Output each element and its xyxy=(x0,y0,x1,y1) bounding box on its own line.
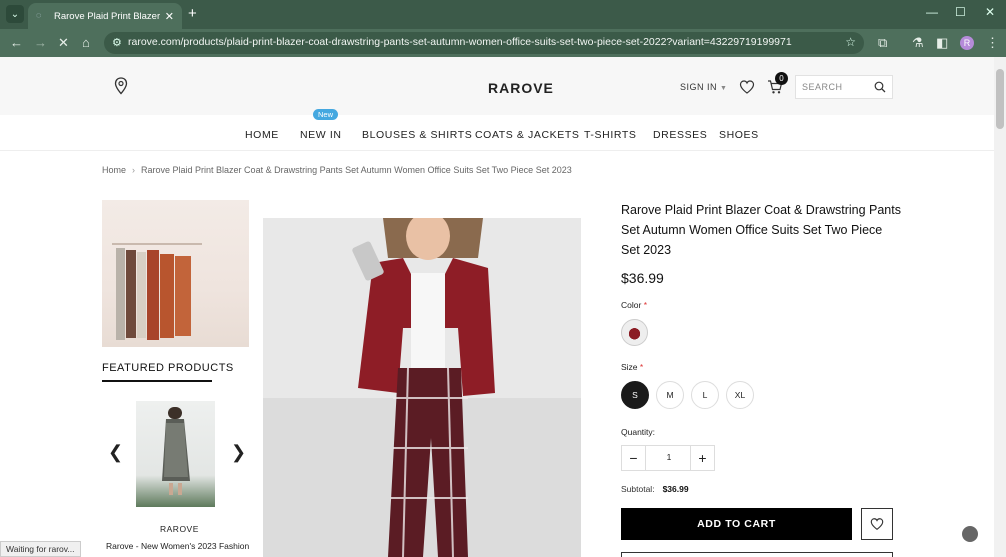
size-option-s[interactable]: S xyxy=(621,381,649,409)
home-icon[interactable]: ⌂ xyxy=(82,35,90,50)
color-swatch[interactable] xyxy=(621,319,648,346)
size-option-l[interactable]: L xyxy=(691,381,719,409)
buy-now-button[interactable] xyxy=(621,552,893,557)
nav-shoes[interactable]: SHOES xyxy=(719,129,759,141)
site-logo[interactable]: RAROVE xyxy=(488,80,554,96)
sign-in-label: SIGN IN xyxy=(680,82,718,92)
minimize-icon[interactable]: — xyxy=(926,5,938,19)
browser-tab-bar: ⌄ ◌ Rarove Plaid Print Blazer Coat ✕ + —… xyxy=(0,0,1006,29)
main-nav: HOME NEW IN BLOUSES & SHIRTS COATS & JAC… xyxy=(0,115,994,151)
featured-product-brand: RAROVE xyxy=(160,524,199,534)
search-input[interactable] xyxy=(802,80,872,94)
add-to-wishlist-button[interactable] xyxy=(861,508,893,540)
search-icon[interactable] xyxy=(874,81,886,93)
browser-tab[interactable]: ◌ Rarove Plaid Print Blazer Coat ✕ xyxy=(28,3,182,29)
featured-product-name[interactable]: Rarove - New Women's 2023 Fashion xyxy=(106,541,249,551)
maximize-icon[interactable]: ☐ xyxy=(955,5,966,19)
size-label: Size * xyxy=(621,362,643,372)
labs-icon[interactable]: ⚗ xyxy=(912,35,924,51)
sidebar-icon[interactable]: ◧ xyxy=(936,35,948,51)
back-icon[interactable]: ← xyxy=(10,35,23,50)
product-main-image[interactable] xyxy=(263,218,581,557)
search-box xyxy=(795,75,893,99)
subtotal: Subtotal: $36.99 xyxy=(621,484,689,494)
required-mark: * xyxy=(639,362,644,372)
subtotal-value: $36.99 xyxy=(662,484,689,494)
browser-toolbar: ← → ✕ ⌂ ⚙ rarove.com/products/plaid-prin… xyxy=(0,29,1006,57)
scrollbar-thumb[interactable] xyxy=(996,69,1004,129)
location-pin-icon[interactable] xyxy=(114,77,128,95)
window-close-icon[interactable]: ✕ xyxy=(985,5,995,19)
featured-title-underline xyxy=(102,380,212,382)
tab-title: Rarove Plaid Print Blazer Coat xyxy=(54,10,161,22)
model-wearing-suit-illustration xyxy=(263,218,581,557)
wishlist-heart-icon[interactable] xyxy=(739,79,755,95)
color-label: Color * xyxy=(621,300,647,310)
add-to-cart-button[interactable]: ADD TO CART xyxy=(621,508,852,540)
new-badge: New xyxy=(313,109,339,120)
product-title: Rarove Plaid Print Blazer Coat & Drawstr… xyxy=(621,203,901,257)
featured-product-image[interactable] xyxy=(136,401,215,507)
nav-blouses-shirts[interactable]: BLOUSES & SHIRTS xyxy=(362,129,472,141)
forward-icon[interactable]: → xyxy=(34,35,47,50)
minus-icon[interactable]: − xyxy=(622,446,646,470)
featured-products-title: FEATURED PRODUCTS xyxy=(102,362,234,374)
site-info-icon[interactable]: ⚙ xyxy=(112,36,122,49)
nav-new-in[interactable]: NEW IN xyxy=(300,129,342,141)
tab-search-icon[interactable]: ⌄ xyxy=(6,5,24,23)
loading-favicon-icon: ◌ xyxy=(36,10,42,20)
required-mark: * xyxy=(643,300,647,310)
size-label-text: Size xyxy=(621,362,638,372)
status-bar: Waiting for rarov... xyxy=(0,541,81,557)
size-option-xl[interactable]: XL xyxy=(726,381,754,409)
url-text[interactable]: rarove.com/products/plaid-print-blazer-c… xyxy=(128,36,792,48)
plus-icon[interactable]: + xyxy=(690,446,714,470)
carousel-next-icon[interactable]: ❯ xyxy=(231,442,246,463)
size-option-m[interactable]: M xyxy=(656,381,684,409)
quantity-value[interactable]: 1 xyxy=(646,452,692,462)
nav-t-shirts[interactable]: T-SHIRTS xyxy=(584,129,636,141)
site-header: RAROVE SIGN IN ▼ 0 xyxy=(0,57,994,115)
quantity-stepper: − 1 + xyxy=(621,445,715,471)
clothing-rack-illustration xyxy=(112,243,202,340)
bookmark-star-icon[interactable]: ☆ xyxy=(845,35,856,49)
chevron-down-icon: ▼ xyxy=(720,85,728,92)
page-scrollbar[interactable] xyxy=(994,57,1006,557)
dress-illustration xyxy=(162,407,190,495)
sign-in-link[interactable]: SIGN IN ▼ xyxy=(680,82,727,92)
nav-dresses[interactable]: DRESSES xyxy=(653,129,707,141)
carousel-prev-icon[interactable]: ❮ xyxy=(108,442,123,463)
address-bar[interactable]: ⚙ rarove.com/products/plaid-print-blazer… xyxy=(104,32,864,54)
extensions-icon[interactable]: ⧉ xyxy=(878,35,887,51)
product-price: $36.99 xyxy=(621,270,664,286)
breadcrumb-home[interactable]: Home xyxy=(102,165,126,175)
menu-icon[interactable]: ⋮ xyxy=(986,35,999,51)
breadcrumb: Home › Rarove Plaid Print Blazer Coat & Dr… xyxy=(102,165,572,175)
nav-home[interactable]: HOME xyxy=(245,129,279,141)
chevron-right-icon: › xyxy=(132,165,136,175)
profile-avatar[interactable]: R xyxy=(960,36,974,50)
tab-close-icon[interactable]: ✕ xyxy=(165,10,174,23)
chat-widget-icon[interactable] xyxy=(962,526,978,542)
stop-loading-icon[interactable]: ✕ xyxy=(58,35,69,51)
quantity-label: Quantity: xyxy=(621,427,656,437)
color-label-text: Color xyxy=(621,300,642,310)
web-page: RAROVE SIGN IN▼ 0 HOME NEW IN BLOUSES & … xyxy=(0,57,994,557)
new-tab-icon[interactable]: + xyxy=(188,5,197,22)
nav-coats-jackets[interactable]: COATS & JACKETS xyxy=(475,129,580,141)
cart-count-badge: 0 xyxy=(775,72,788,85)
breadcrumb-current: Rarove Plaid Print Blazer Coat & Drawstr… xyxy=(141,165,572,175)
subtotal-label: Subtotal: xyxy=(621,484,655,494)
promo-banner-image[interactable] xyxy=(102,200,249,347)
heart-icon xyxy=(870,518,884,530)
